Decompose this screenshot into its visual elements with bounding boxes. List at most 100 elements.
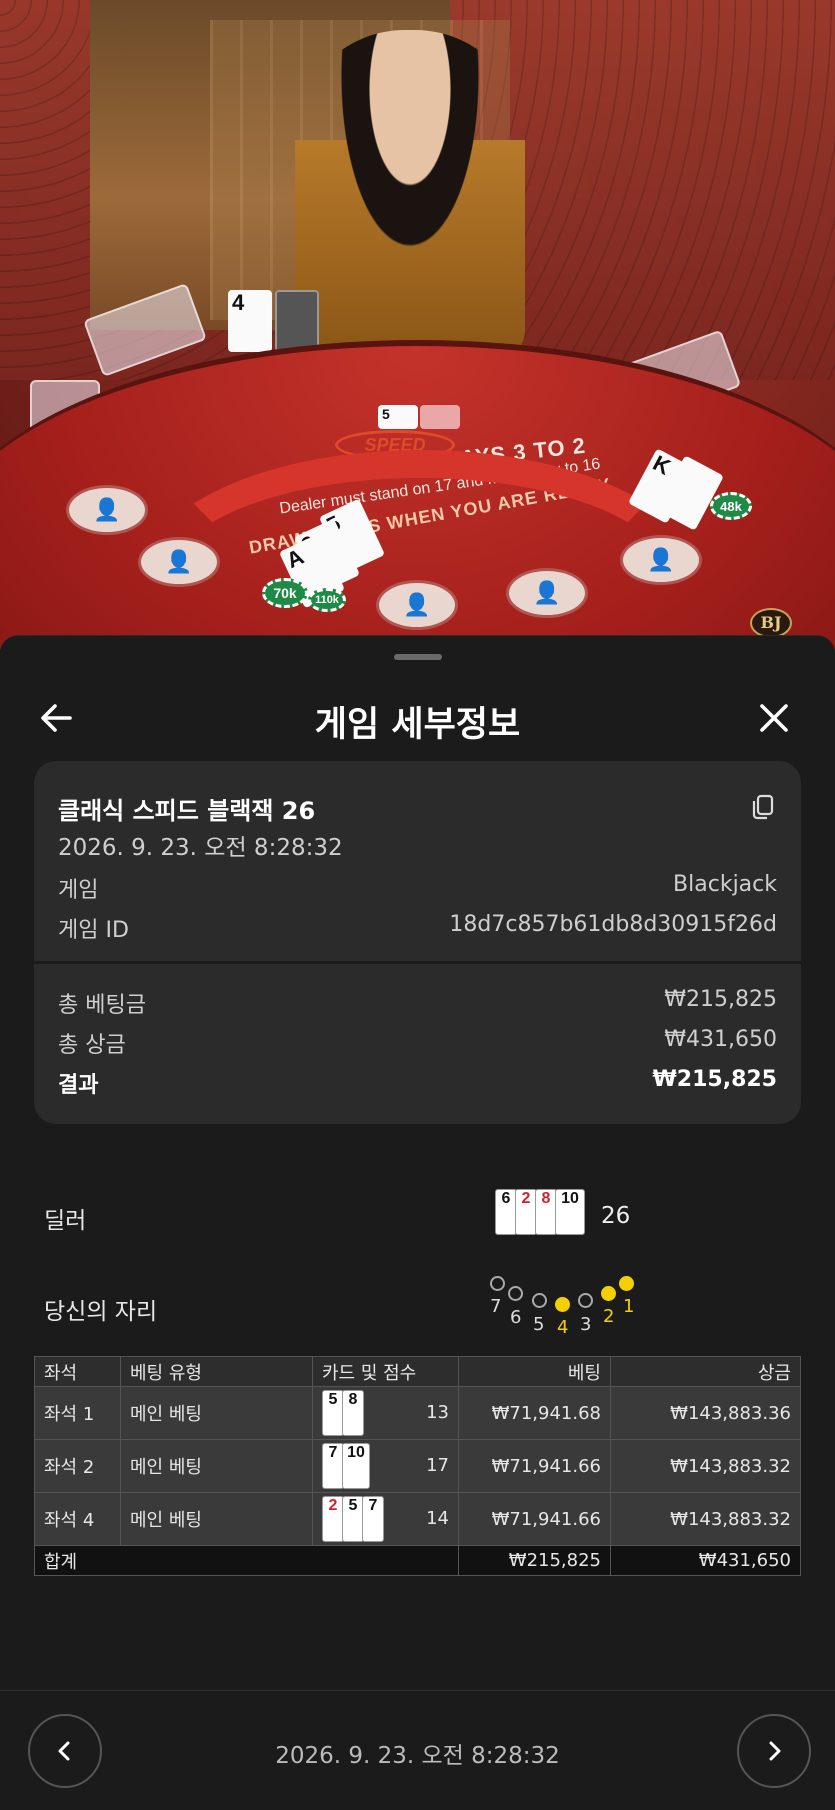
seat-dot xyxy=(532,1293,547,1308)
totals-card: 총 베팅금 ₩215,825 총 상금 ₩431,650 결과 ₩215,825 xyxy=(34,964,801,1124)
total-label: 총 상금 xyxy=(58,1033,126,1058)
chip: 70k xyxy=(262,578,308,608)
info-value: 18d7c857b61db8d30915f26d xyxy=(449,912,777,937)
col-header: 좌석 xyxy=(34,1356,121,1387)
game-name: 클래식 스피드 블랙잭 26 xyxy=(58,797,316,825)
result-row: 결과 ₩215,825 xyxy=(58,1067,777,1099)
bet-type-cell: 메인 베팅 xyxy=(120,1492,313,1546)
sheet-header: 게임 세부정보 xyxy=(0,676,835,756)
table-row: 좌석 4 메인 베팅 2 5 7 14 ₩71,941.66 ₩143,883.… xyxy=(34,1492,801,1546)
bet-cell: ₩71,941.68 xyxy=(458,1386,611,1440)
hand-score: 14 xyxy=(426,1508,449,1529)
dealer-score: 26 xyxy=(601,1203,631,1229)
col-header: 카드 및 점수 xyxy=(312,1356,459,1387)
hand-score: 17 xyxy=(426,1455,449,1476)
total-label: 총 베팅금 xyxy=(58,993,146,1018)
close-button[interactable] xyxy=(750,694,798,742)
result-value: ₩215,825 xyxy=(652,1067,777,1092)
footer-divider xyxy=(0,1690,835,1691)
round-timestamp: 2026. 9. 23. 오전 8:28:32 xyxy=(275,1743,560,1769)
info-row-game-id: 게임 ID 18d7c857b61db8d30915f26d xyxy=(58,912,777,944)
seat-dot-active xyxy=(619,1276,634,1291)
your-seat-label: 당신의 자리 xyxy=(44,1299,158,1325)
total-win-row: 총 상금 ₩431,650 xyxy=(58,1027,777,1059)
hand-score: 13 xyxy=(426,1402,449,1423)
seat-dot-active xyxy=(555,1297,570,1312)
playing-card: 2 xyxy=(515,1189,537,1235)
seat-dot-active xyxy=(601,1286,616,1301)
table-seat: 👤 xyxy=(66,485,148,535)
total-bet-row: 총 베팅금 ₩215,825 xyxy=(58,987,777,1019)
seat-number: 3 xyxy=(580,1314,592,1335)
table-seat: 👤 xyxy=(376,580,458,630)
col-header: 베팅 유형 xyxy=(120,1356,313,1387)
table-seat: 👤 xyxy=(620,535,702,585)
playing-card: 7 xyxy=(362,1496,384,1542)
win-cell: ₩143,883.32 xyxy=(610,1492,801,1546)
seat-number: 6 xyxy=(510,1307,522,1328)
bet-type-cell: 메인 베팅 xyxy=(120,1439,313,1493)
seat-number: 2 xyxy=(603,1306,615,1327)
playing-card: 8 xyxy=(342,1390,364,1436)
cards-cell: 2 5 7 14 xyxy=(312,1492,459,1546)
dealer-hole-card xyxy=(275,290,319,352)
bj-badge: BJ xyxy=(750,608,792,638)
seat-dot xyxy=(578,1293,593,1308)
playing-card: 5 xyxy=(322,1390,344,1436)
table-seat: 👤 xyxy=(506,568,588,618)
info-row-game: 게임 Blackjack xyxy=(58,872,777,904)
playing-card: 7 xyxy=(322,1443,344,1489)
chip: 110k xyxy=(308,588,346,612)
table-seat: 👤 xyxy=(138,537,220,587)
sum-bet: ₩215,825 xyxy=(458,1545,611,1576)
sum-label: 합계 xyxy=(34,1545,459,1576)
table-row: 좌석 2 메인 베팅 7 10 17 ₩71,941.66 ₩143,883.3… xyxy=(34,1439,801,1493)
result-label: 결과 xyxy=(58,1073,99,1098)
win-cell: ₩143,883.32 xyxy=(610,1439,801,1493)
chevron-right-icon xyxy=(769,1741,781,1761)
close-icon xyxy=(760,704,788,732)
playing-card: 10 xyxy=(555,1189,585,1235)
table-sum-row: 합계 ₩215,825 ₩431,650 xyxy=(34,1545,801,1576)
seat-cell: 좌석 2 xyxy=(34,1439,121,1493)
col-header: 베팅 xyxy=(458,1356,611,1387)
page-title: 게임 세부정보 xyxy=(314,705,521,745)
total-value: ₩215,825 xyxy=(664,987,777,1012)
seat-dot xyxy=(490,1276,505,1291)
copy-icon xyxy=(752,794,774,820)
dealer-table-card: 4 xyxy=(228,290,272,352)
seat-number: 5 xyxy=(533,1314,545,1335)
dealer-person xyxy=(295,30,525,360)
total-value: ₩431,650 xyxy=(664,1027,777,1052)
playing-card: 2 xyxy=(322,1496,344,1542)
cards-cell: 5 8 13 xyxy=(312,1386,459,1440)
game-time: 2026. 9. 23. 오전 8:28:32 xyxy=(58,835,343,861)
playing-card: 5 xyxy=(342,1496,364,1542)
game-info-card: 클래식 스피드 블랙잭 26 2026. 9. 23. 오전 8:28:32 게… xyxy=(34,761,801,961)
cards-cell: 7 10 17 xyxy=(312,1439,459,1493)
live-video: 4 4 5 SPEED BLACKJACK PAYS 3 TO 2 Dealer… xyxy=(0,0,835,650)
drag-handle[interactable] xyxy=(394,654,442,660)
seat-number: 4 xyxy=(557,1317,569,1338)
playing-card: 6 xyxy=(495,1189,517,1235)
info-value: Blackjack xyxy=(673,872,777,897)
playing-card: 10 xyxy=(342,1443,370,1489)
next-round-button[interactable] xyxy=(737,1714,811,1788)
win-cell: ₩143,883.36 xyxy=(610,1386,801,1440)
chip: 48k xyxy=(710,492,752,520)
bet-cell: ₩71,941.66 xyxy=(458,1492,611,1546)
dealer-label: 딜러 xyxy=(44,1208,87,1234)
table-row: 좌석 1 메인 베팅 5 8 13 ₩71,941.68 ₩143,883.36 xyxy=(34,1386,801,1440)
bets-table: 좌석 베팅 유형 카드 및 점수 베팅 상금 좌석 1 메인 베팅 5 8 13… xyxy=(34,1356,801,1576)
col-header: 상금 xyxy=(610,1356,801,1387)
copy-button[interactable] xyxy=(748,791,778,821)
sum-win: ₩431,650 xyxy=(610,1545,801,1576)
seat-dot xyxy=(508,1286,523,1301)
info-label: 게임 ID xyxy=(58,918,129,943)
seat-number: 7 xyxy=(490,1296,502,1317)
game-details-sheet: 게임 세부정보 클래식 스피드 블랙잭 26 2026. 9. 23. 오전 8… xyxy=(0,635,835,1810)
seat-number: 1 xyxy=(623,1296,635,1317)
playing-card: 8 xyxy=(535,1189,557,1235)
seat-cell: 좌석 1 xyxy=(34,1386,121,1440)
bet-cell: ₩71,941.66 xyxy=(458,1439,611,1493)
